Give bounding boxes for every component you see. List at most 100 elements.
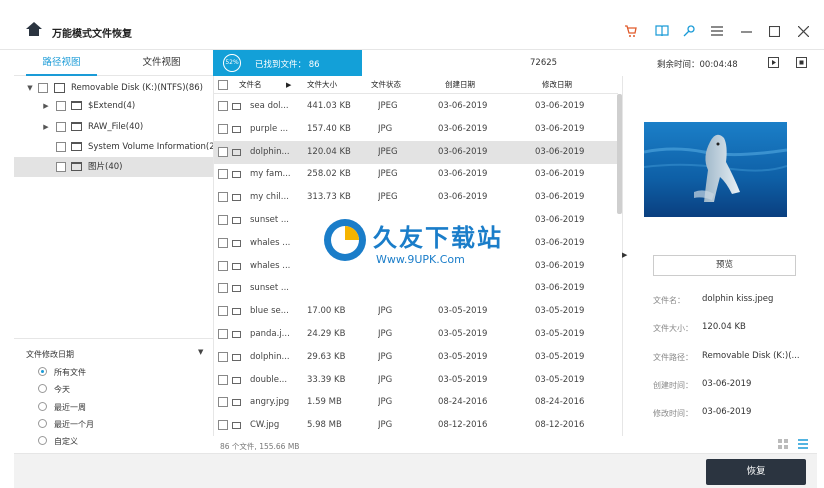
row-checkbox[interactable] [218, 237, 228, 248]
table-row[interactable]: angry.jpg 1.59 MB JPG 08-24-2016 08-24-2016 [214, 391, 618, 414]
disk-icon [54, 83, 65, 93]
row-checkbox[interactable] [218, 123, 228, 134]
column-header-status[interactable]: 文件状态 [371, 76, 401, 94]
tree-item-raw[interactable]: ▶ RAW_File(40) [14, 117, 213, 137]
tab-path-view[interactable]: 路径视图 [14, 50, 109, 76]
close-icon[interactable] [796, 24, 810, 38]
radio-week[interactable] [38, 402, 47, 411]
table-row[interactable]: panda.j... 24.29 KB JPG 03-05-2019 03-05-201… [214, 323, 618, 346]
checkbox[interactable] [38, 83, 48, 93]
table-row[interactable]: dolphin... 29.63 KB JPG 03-05-2019 03-05-201… [214, 346, 618, 369]
row-checkbox[interactable] [218, 329, 228, 339]
image-file-icon [232, 125, 241, 133]
table-row[interactable]: my fam... 258.02 KB JPEG 03-06-2019 03-06-20… [214, 163, 618, 186]
table-row[interactable]: CW.jpg 5.98 MB JPG 08-12-2016 08-12-2016 [214, 414, 618, 437]
tree-item-pictures[interactable]: 图片(40) [14, 157, 213, 177]
radio-all[interactable] [38, 367, 47, 376]
row-checkbox[interactable] [218, 283, 228, 294]
modified-date-cell: 03-06-2019 [535, 215, 585, 225]
collapse-arrow-icon[interactable]: ▶ [622, 251, 627, 259]
row-checkbox[interactable] [218, 146, 228, 157]
chevron-right-icon[interactable]: ▶ [42, 96, 50, 116]
radio-month[interactable] [38, 419, 47, 428]
file-name-cell: my fam... [250, 169, 291, 180]
column-header-modified[interactable]: 修改日期 [542, 76, 572, 94]
column-header-created[interactable]: 创建日期 [445, 76, 475, 94]
select-all-checkbox[interactable] [218, 80, 228, 90]
modified-date-cell: 03-05-2019 [535, 351, 585, 362]
table-row[interactable]: my chil... 313.73 KB JPEG 03-06-2019 03-06-2… [214, 186, 618, 209]
stop-icon [799, 60, 804, 65]
checkbox[interactable] [56, 122, 66, 132]
table-row[interactable]: dolphin... 120.04 KB JPEG 03-06-2019 03-06-2… [214, 140, 618, 164]
table-row[interactable]: sea dol... 441.03 KB JPEG 03-06-2019 03-06-2… [214, 95, 618, 118]
watermark: 久友下载站 Www.9UPK.Com [318, 215, 508, 275]
maximize-icon[interactable] [767, 24, 781, 38]
menu-icon[interactable] [710, 24, 724, 38]
table-row[interactable]: purple ... 157.40 KB JPG 03-06-2019 03-06-20… [214, 118, 618, 141]
file-size-cell: 258.02 KB [307, 169, 351, 180]
column-header-size[interactable]: 文件大小 [307, 76, 337, 94]
chevron-down-icon[interactable]: ▼ [198, 348, 203, 356]
minimize-icon[interactable] [739, 24, 753, 38]
tree-item-disk[interactable]: ▼ Removable Disk (K:)(NTFS)(86) [14, 78, 213, 98]
row-checkbox[interactable] [218, 215, 228, 225]
checkbox[interactable] [56, 162, 66, 172]
checkbox[interactable] [56, 101, 66, 111]
tab-file-view[interactable]: 文件视图 [114, 50, 209, 76]
radio-today[interactable] [38, 384, 47, 393]
file-status-cell: JPEG [378, 146, 398, 157]
recover-button[interactable]: 恢复 [706, 459, 806, 485]
progress-percent: 52% [223, 54, 241, 72]
tree-item-svi[interactable]: System Volume Information(2 [14, 137, 213, 157]
pause-button[interactable] [768, 57, 779, 68]
row-checkbox[interactable] [218, 420, 228, 431]
preview-button[interactable]: 预览 [653, 255, 796, 276]
image-file-icon [232, 331, 241, 338]
row-checkbox[interactable] [218, 192, 228, 203]
row-checkbox[interactable] [218, 374, 228, 385]
image-file-icon [232, 422, 241, 430]
view-tabs: 路径视图 文件视图 [14, 50, 213, 76]
stop-button[interactable] [796, 57, 807, 68]
image-file-icon [232, 308, 241, 316]
grid-view-icon[interactable] [778, 439, 788, 449]
filename-value: dolphin kiss.jpeg [702, 294, 774, 304]
row-checkbox[interactable] [218, 169, 228, 180]
radio-custom[interactable] [38, 436, 47, 445]
play-icon [772, 60, 776, 65]
created-date-cell: 03-05-2019 [438, 306, 488, 317]
radio-label: 所有文件 [54, 368, 86, 377]
row-checkbox[interactable] [218, 101, 228, 111]
sort-icon[interactable]: ▶ [286, 76, 291, 94]
checkbox[interactable] [56, 142, 66, 152]
table-row[interactable]: double... 33.39 KB JPG 03-05-2019 03-05-2019 [214, 369, 618, 392]
book-icon[interactable] [655, 24, 669, 38]
folder-icon [71, 142, 82, 151]
row-checkbox[interactable] [218, 351, 228, 362]
files-found-label: 已找到文件： 86 [255, 60, 320, 70]
table-row[interactable]: blue se... 17.00 KB JPG 03-05-2019 03-05-201… [214, 300, 618, 323]
file-name-cell: angry.jpg [250, 397, 290, 408]
cart-icon[interactable] [624, 24, 638, 38]
tree-item-label: RAW_File(40) [88, 122, 144, 132]
table-row[interactable]: sunset ... 03-06-2019 [214, 277, 618, 300]
tree-item-extend[interactable]: ▶ $Extend(4) [14, 96, 213, 116]
chevron-down-icon[interactable]: ▼ [26, 78, 34, 98]
created-date-cell: 03-06-2019 [438, 169, 488, 180]
folder-icon [71, 122, 82, 131]
preview-image [644, 122, 787, 217]
folder-tree: ▼ Removable Disk (K:)(NTFS)(86) ▶ $Exten… [14, 76, 213, 338]
column-header-name[interactable]: 文件名 [239, 76, 262, 94]
file-size-cell: 24.29 KB [307, 329, 346, 339]
created-date-cell: 03-06-2019 [438, 123, 488, 134]
image-file-icon [232, 217, 241, 224]
row-checkbox[interactable] [218, 260, 228, 271]
chevron-right-icon[interactable]: ▶ [42, 117, 50, 137]
row-checkbox[interactable] [218, 397, 228, 408]
modified-date-cell: 03-06-2019 [535, 146, 585, 157]
key-icon[interactable] [682, 24, 696, 38]
file-status-cell: JPG [378, 420, 393, 431]
row-checkbox[interactable] [218, 306, 228, 317]
list-view-icon[interactable] [798, 439, 808, 449]
